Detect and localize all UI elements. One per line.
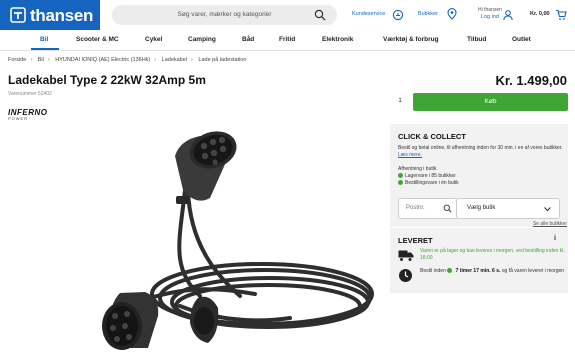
nav-item-tilbud[interactable]: Tilbud (467, 36, 486, 43)
order-suffix: og få varen leveret i morgen (501, 268, 565, 274)
delivery-card: LEVERET i Varen er på lager og kan lever… (390, 228, 568, 293)
search-placeholder: Søg varer, mærker og kategorier (177, 11, 272, 18)
order-prefix: Bestil inden (420, 268, 446, 274)
logo-text: thansen (30, 6, 94, 25)
breadcrumb-item[interactable]: HYUNDAI IONIQ (AE) Electric (136Hk) (55, 57, 150, 63)
stores-link[interactable]: Butikker (418, 11, 438, 18)
breadcrumb-separator-icon: › (154, 57, 157, 63)
product-image (102, 131, 374, 350)
thansen-logo-icon (10, 7, 26, 23)
click-collect-text: Bestil og betal online, til afhentning i… (398, 145, 563, 151)
nav-item-camping[interactable]: Camping (188, 36, 216, 43)
customer-service-icon[interactable] (392, 9, 404, 21)
login-label: Log ind (480, 14, 499, 20)
user-icon[interactable] (502, 9, 514, 21)
store-select[interactable]: Vælg butik (456, 198, 560, 219)
breadcrumb-separator-icon: › (30, 57, 33, 63)
check-icon (398, 180, 403, 185)
quantity-input[interactable]: 1 (388, 93, 412, 111)
info-icon[interactable]: i (554, 235, 556, 242)
cart-total[interactable]: Kr. 0,00 (530, 11, 550, 18)
pickup-label: Afhentning i butik (398, 166, 437, 172)
top-header: thansen Søg varer, mærker og kategorier … (0, 0, 575, 30)
breadcrumb-separator-icon: › (191, 57, 193, 63)
login-greeting: Hi thansen (478, 7, 502, 13)
nav-item-outlet[interactable]: Outlet (512, 36, 531, 43)
click-collect-card: CLICK & COLLECT Bestil og betal online, … (390, 124, 568, 227)
product-sku: Varenummer 52402 (8, 91, 52, 97)
countdown: 7 timer 17 min. 6 s. (455, 268, 501, 274)
product-price: Kr. 1.499,00 (495, 73, 567, 88)
nav-item-bil[interactable]: Bil (40, 36, 48, 43)
active-nav-underline (31, 48, 59, 50)
order-in-store-text: Bestillingsvare i én butik (405, 180, 459, 186)
category-nav: Bil Scooter & MC Cykel Camping Båd Friti… (0, 30, 575, 51)
click-collect-description: Bestil og betal online, til afhentning i… (398, 145, 564, 158)
breadcrumb-item[interactable]: Bil (38, 57, 44, 63)
delivery-order-text: Bestil inden 7 timer 17 min. 6 s. og få … (420, 268, 565, 275)
breadcrumb-item[interactable]: Lade på ladestation (198, 57, 246, 63)
delivery-title: LEVERET (398, 236, 433, 245)
nav-item-elektronik[interactable]: Elektronik (322, 36, 353, 43)
search-input[interactable]: Søg varer, mærker og kategorier (112, 5, 337, 25)
nav-item-fritid[interactable]: Fritid (279, 36, 295, 43)
timer-icon (447, 268, 453, 273)
breadcrumb-separator-icon: › (47, 57, 50, 63)
search-icon[interactable] (314, 9, 326, 21)
buy-button[interactable]: Køb (413, 93, 568, 111)
breadcrumb-item[interactable]: Forside (8, 57, 26, 63)
nav-item-baad[interactable]: Båd (242, 36, 254, 43)
postcode-placeholder: Postnr. (406, 205, 425, 211)
breadcrumb: Forside › Bil › HYUNDAI IONIQ (AE) Electri… (8, 57, 246, 63)
nav-item-cykel[interactable]: Cykel (145, 36, 162, 43)
truck-icon (398, 250, 414, 262)
delivery-stock-text: Varen er på lager og kan leveres i morge… (420, 248, 565, 261)
see-all-stores-link[interactable]: Se alle butikker (533, 221, 567, 227)
page-title: Ladekabel Type 2 22kW 32Amp 5m (8, 73, 206, 87)
nav-item-scooter-mc[interactable]: Scooter & MC (76, 36, 119, 43)
read-more-link[interactable]: Læs mere. (398, 152, 422, 158)
login-link[interactable]: Hi thansen Log ind (478, 7, 502, 21)
location-pin-icon[interactable] (446, 8, 458, 20)
clock-icon (399, 269, 412, 282)
postcode-input[interactable]: Postnr. (398, 198, 458, 219)
check-icon (398, 173, 403, 178)
cart-icon[interactable] (555, 9, 567, 21)
brand-logo: INFERNO POWER (8, 108, 48, 121)
click-collect-title: CLICK & COLLECT (398, 132, 466, 141)
customer-service-link[interactable]: Kundeservice (352, 11, 385, 18)
search-icon[interactable] (443, 204, 452, 213)
logo[interactable]: thansen (0, 0, 100, 30)
breadcrumb-item[interactable]: Ladekabel (162, 57, 187, 63)
nav-item-vaerktoej[interactable]: Værktøj & forbrug (383, 36, 439, 43)
order-in-store: Bestillingsvare i én butik (398, 180, 459, 186)
store-select-value: Vælg butik (467, 205, 496, 211)
stock-stores: Lagervare i 85 butikker (398, 173, 456, 179)
chevron-down-icon (544, 207, 551, 212)
stock-stores-text: Lagervare i 85 butikker (405, 173, 456, 179)
